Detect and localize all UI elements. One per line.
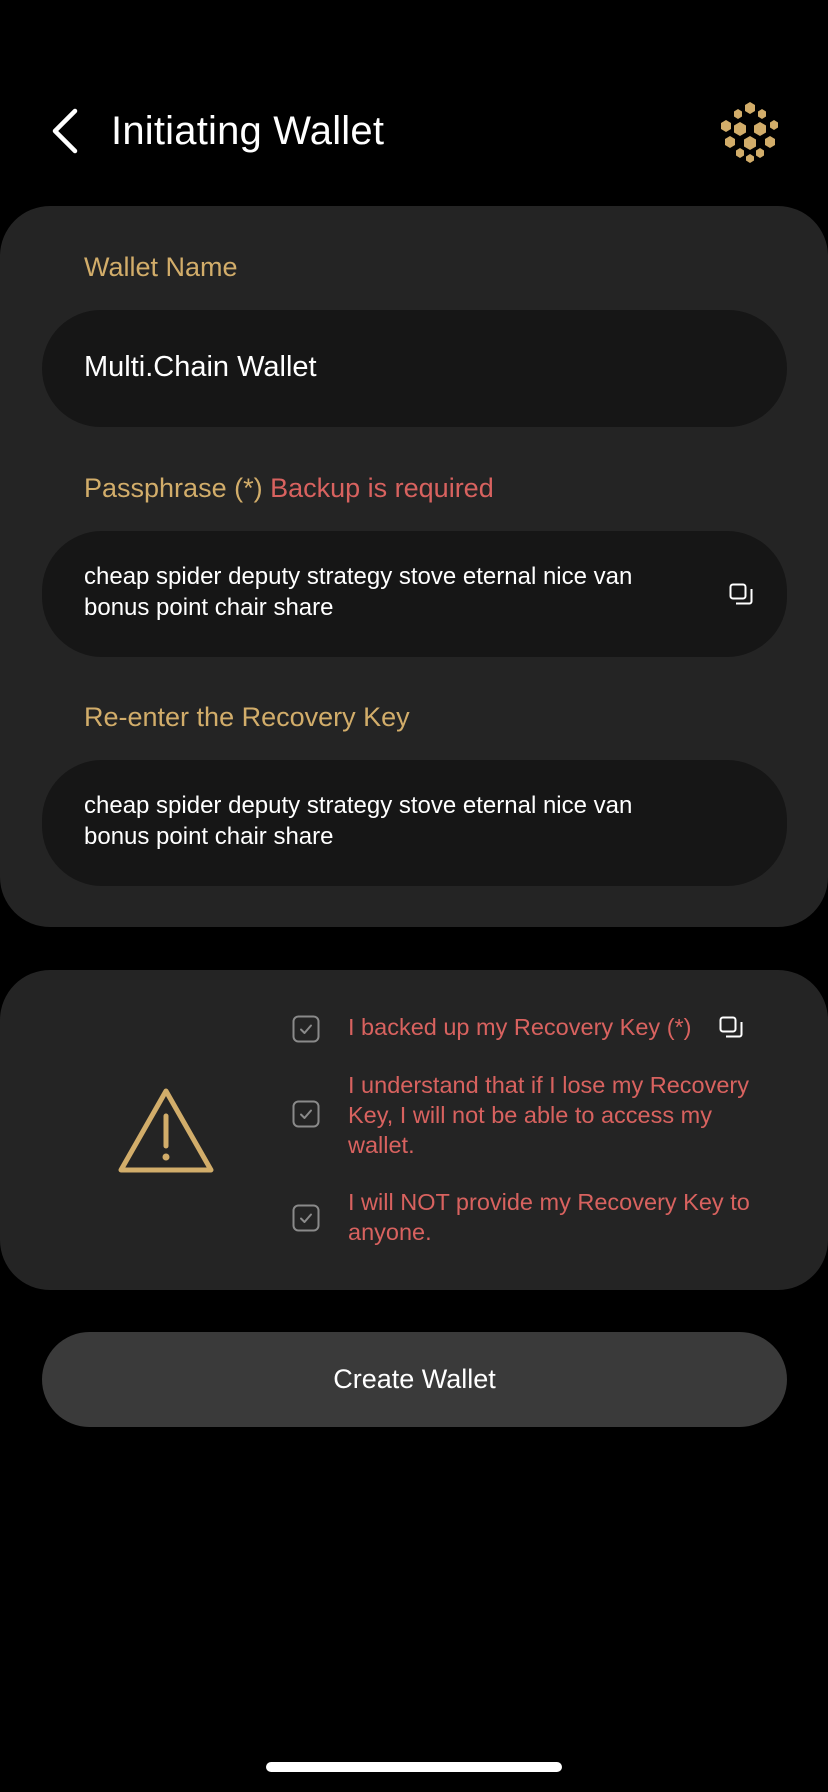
ack-text: I backed up my Recovery Key (*) (348, 1014, 692, 1040)
create-wallet-button[interactable]: Create Wallet (42, 1332, 787, 1427)
copy-icon (729, 583, 753, 605)
chevron-left-icon (52, 108, 78, 154)
reenter-label: Re-enter the Recovery Key (84, 702, 410, 732)
reenter-value: cheap spider deputy strategy stove etern… (84, 792, 633, 850)
copy-icon (719, 1016, 743, 1038)
backup-required-warning: Backup is required (270, 473, 494, 503)
wallet-name-field[interactable]: Multi.Chain Wallet (42, 310, 787, 427)
page-title: Initiating Wallet (111, 109, 385, 153)
ack-text: I will NOT provide my Recovery Key to an… (348, 1189, 750, 1245)
ack-text: I understand that if I lose my Recovery … (348, 1072, 749, 1158)
wallet-name-label: Wallet Name (84, 252, 238, 282)
hexagon-cluster-logo (721, 102, 778, 163)
passphrase-field[interactable]: cheap spider deputy strategy stove etern… (42, 531, 787, 657)
copy-passphrase-button[interactable] (726, 579, 756, 609)
checkbox-checked-icon[interactable] (292, 1015, 320, 1043)
copy-recovery-key-button[interactable] (716, 1012, 746, 1042)
header: Initiating Wallet (0, 86, 828, 176)
home-indicator (266, 1762, 562, 1772)
back-button[interactable] (40, 104, 90, 158)
passphrase-label-row: Passphrase (*) Backup is required (84, 471, 494, 505)
acknowledgement-card: I backed up my Recovery Key (*) I unders… (0, 970, 828, 1290)
passphrase-value: cheap spider deputy strategy stove etern… (84, 563, 633, 621)
checkbox-checked-icon[interactable] (292, 1100, 320, 1128)
passphrase-label: Passphrase (*) (84, 473, 263, 503)
checkbox-checked-icon[interactable] (292, 1204, 320, 1232)
warning-triangle-icon (118, 1088, 214, 1173)
reenter-recovery-key-field[interactable]: cheap spider deputy strategy stove etern… (42, 760, 787, 886)
wallet-name-value: Multi.Chain Wallet (84, 351, 317, 383)
wallet-form-card: Wallet Name Multi.Chain Wallet Passphras… (0, 206, 828, 927)
